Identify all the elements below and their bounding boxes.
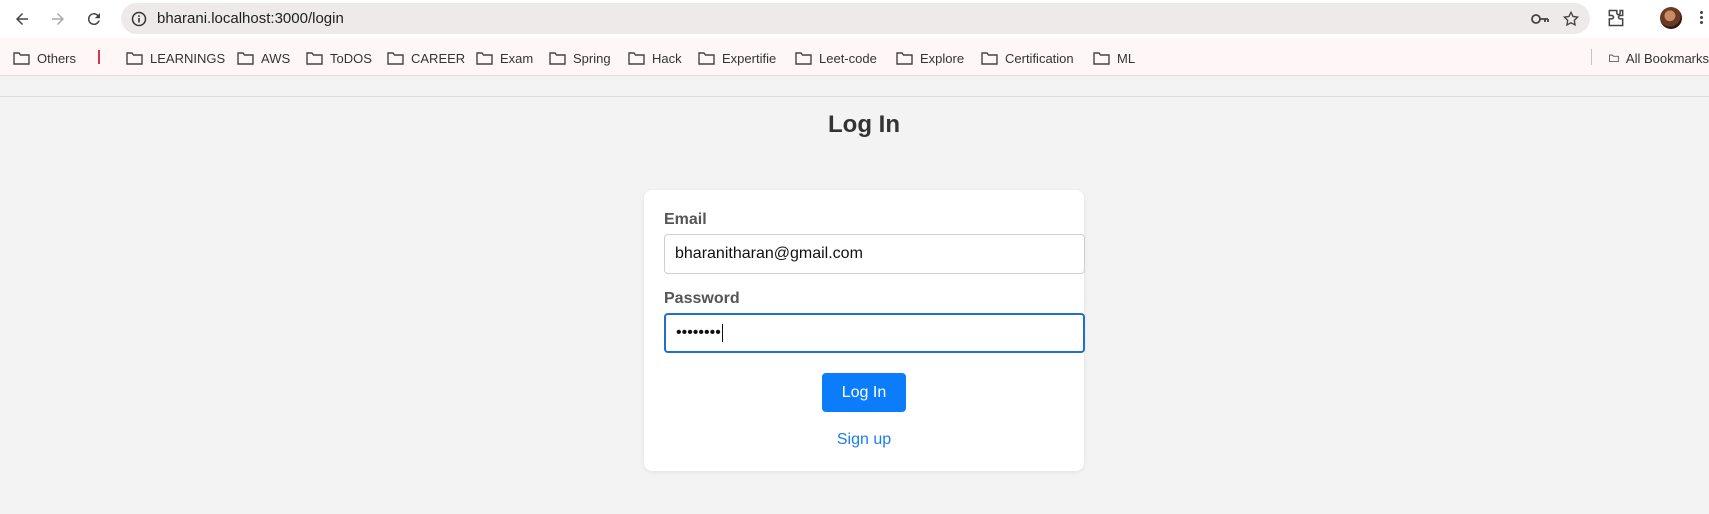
folder-icon bbox=[126, 52, 143, 65]
folder-icon bbox=[1609, 54, 1619, 62]
text-caret bbox=[721, 324, 723, 342]
reload-icon bbox=[87, 13, 100, 26]
bookmark-folder[interactable]: ML bbox=[1093, 49, 1135, 67]
email-label: Email bbox=[664, 211, 707, 228]
bookmark-folder[interactable]: Expertifie bbox=[698, 49, 776, 67]
bookmark-star-icon[interactable] bbox=[1562, 10, 1580, 28]
bookmark-separator bbox=[98, 50, 100, 64]
bookmark-folder[interactable]: ToDOS bbox=[306, 49, 372, 67]
bookmark-label: Explore bbox=[920, 50, 965, 66]
folder-icon bbox=[476, 52, 493, 65]
bookmark-folder[interactable]: AWS bbox=[237, 49, 290, 67]
bookmark-folder[interactable]: Certification bbox=[981, 49, 1074, 67]
folder-icon bbox=[549, 52, 566, 65]
site-info-icon[interactable] bbox=[131, 11, 147, 27]
folder-icon bbox=[13, 52, 30, 65]
page-divider bbox=[0, 96, 1709, 97]
page-title: Log In bbox=[828, 111, 900, 138]
bookmarks-bar: Others LEARNINGS AWS ToDOS CAREER Exam S… bbox=[0, 38, 1709, 76]
folder-icon bbox=[387, 52, 404, 65]
reload-button[interactable] bbox=[83, 8, 105, 30]
bookmark-label: AWS bbox=[261, 50, 291, 66]
bookmark-label: ToDOS bbox=[330, 50, 372, 66]
bookmark-folder[interactable]: Exam bbox=[476, 49, 533, 67]
bookmark-folder[interactable]: CAREER bbox=[387, 49, 465, 67]
bookmark-label: Others bbox=[37, 50, 77, 66]
bookmark-label: CAREER bbox=[411, 50, 466, 66]
folder-icon bbox=[698, 52, 715, 65]
folder-icon bbox=[306, 52, 323, 65]
profile-avatar[interactable] bbox=[1660, 7, 1682, 29]
browser-toolbar: bharani.localhost:3000/login bbox=[0, 0, 1709, 38]
password-value: •••••••• bbox=[676, 324, 721, 341]
bookmark-folder[interactable]: LEARNINGS bbox=[126, 49, 225, 67]
email-value: bharanitharan@gmail.com bbox=[675, 245, 863, 262]
back-arrow-icon bbox=[16, 13, 28, 25]
email-field[interactable]: bharanitharan@gmail.com bbox=[664, 234, 1085, 274]
bookmark-label: Leet-code bbox=[819, 50, 877, 66]
bookmark-folder[interactable]: Explore bbox=[896, 49, 964, 67]
bookmark-label: Exam bbox=[500, 50, 534, 66]
all-bookmarks-button[interactable]: All Bookmarks bbox=[1609, 49, 1709, 67]
back-button[interactable] bbox=[11, 8, 33, 30]
password-field[interactable]: •••••••• bbox=[664, 313, 1085, 353]
bookmark-label: Spring bbox=[573, 50, 611, 66]
bookmark-folder[interactable]: Others bbox=[13, 49, 76, 67]
bookmark-label: Certification bbox=[1005, 50, 1074, 66]
url-text: bharani.localhost:3000/login bbox=[157, 10, 344, 27]
bookmark-label: Expertifie bbox=[722, 50, 777, 66]
bookmark-label: LEARNINGS bbox=[150, 50, 226, 66]
folder-icon bbox=[896, 52, 913, 65]
bookmark-folder[interactable]: Spring bbox=[549, 49, 611, 67]
key-icon[interactable] bbox=[1530, 11, 1550, 27]
menu-kebab-icon[interactable] bbox=[1700, 9, 1706, 27]
signup-link[interactable]: Sign up bbox=[644, 431, 1084, 449]
bookmarks-divider bbox=[1591, 49, 1592, 65]
folder-icon bbox=[981, 52, 998, 65]
forward-arrow-icon bbox=[52, 13, 64, 25]
bookmark-folder[interactable]: Hack bbox=[628, 49, 682, 67]
forward-button[interactable] bbox=[47, 8, 69, 30]
login-button[interactable]: Log In bbox=[822, 373, 906, 412]
folder-icon bbox=[795, 52, 812, 65]
login-form: Email bharanitharan@gmail.com Password •… bbox=[644, 190, 1085, 471]
folder-icon bbox=[1093, 52, 1110, 65]
bookmark-label: Hack bbox=[652, 50, 682, 66]
bookmark-folder[interactable]: Leet-code bbox=[795, 49, 877, 67]
all-bookmarks-label: All Bookmarks bbox=[1625, 50, 1709, 66]
folder-icon bbox=[628, 52, 645, 65]
address-bar[interactable]: bharani.localhost:3000/login bbox=[121, 3, 1590, 34]
password-label: Password bbox=[664, 290, 740, 307]
bookmark-label: ML bbox=[1117, 50, 1136, 66]
extensions-icon[interactable] bbox=[1606, 8, 1626, 28]
folder-icon bbox=[237, 52, 254, 65]
